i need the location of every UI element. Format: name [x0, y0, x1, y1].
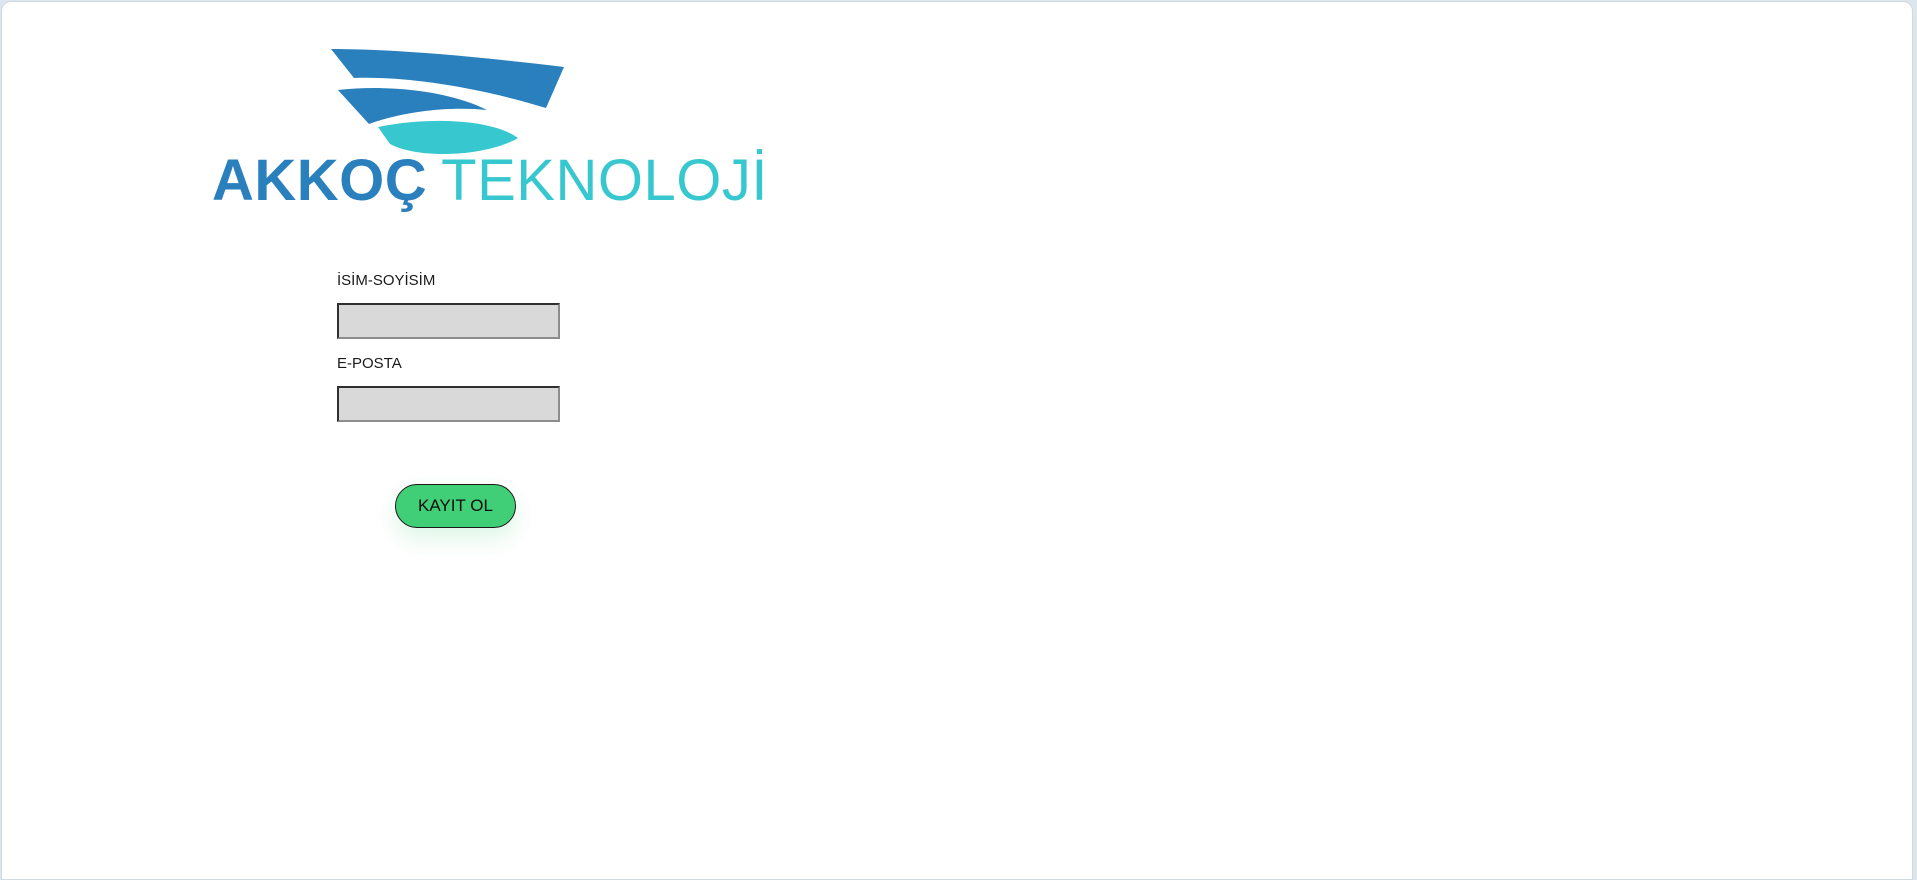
- logo-wave-middle: [338, 88, 487, 124]
- name-label: İSİM-SOYİSİM: [337, 272, 436, 289]
- register-button[interactable]: KAYIT OL: [395, 484, 516, 528]
- email-input[interactable]: [337, 386, 560, 422]
- name-input[interactable]: [337, 303, 560, 339]
- logo-word-teknoloji: TEKNOLOJİ: [441, 148, 768, 213]
- logo-wordmark: AKKOÇ TEKNOLOJİ: [212, 152, 768, 210]
- email-label: E-POSTA: [337, 355, 402, 372]
- logo-word-akkoc: AKKOÇ: [212, 148, 428, 213]
- wave-logo-icon: [331, 49, 564, 155]
- company-logo: AKKOÇ TEKNOLOJİ: [212, 42, 767, 222]
- registration-form: İSİM-SOYİSİM E-POSTA: [337, 272, 577, 422]
- page-container: AKKOÇ TEKNOLOJİ İSİM-SOYİSİM E-POSTA KAYI…: [1, 1, 1913, 880]
